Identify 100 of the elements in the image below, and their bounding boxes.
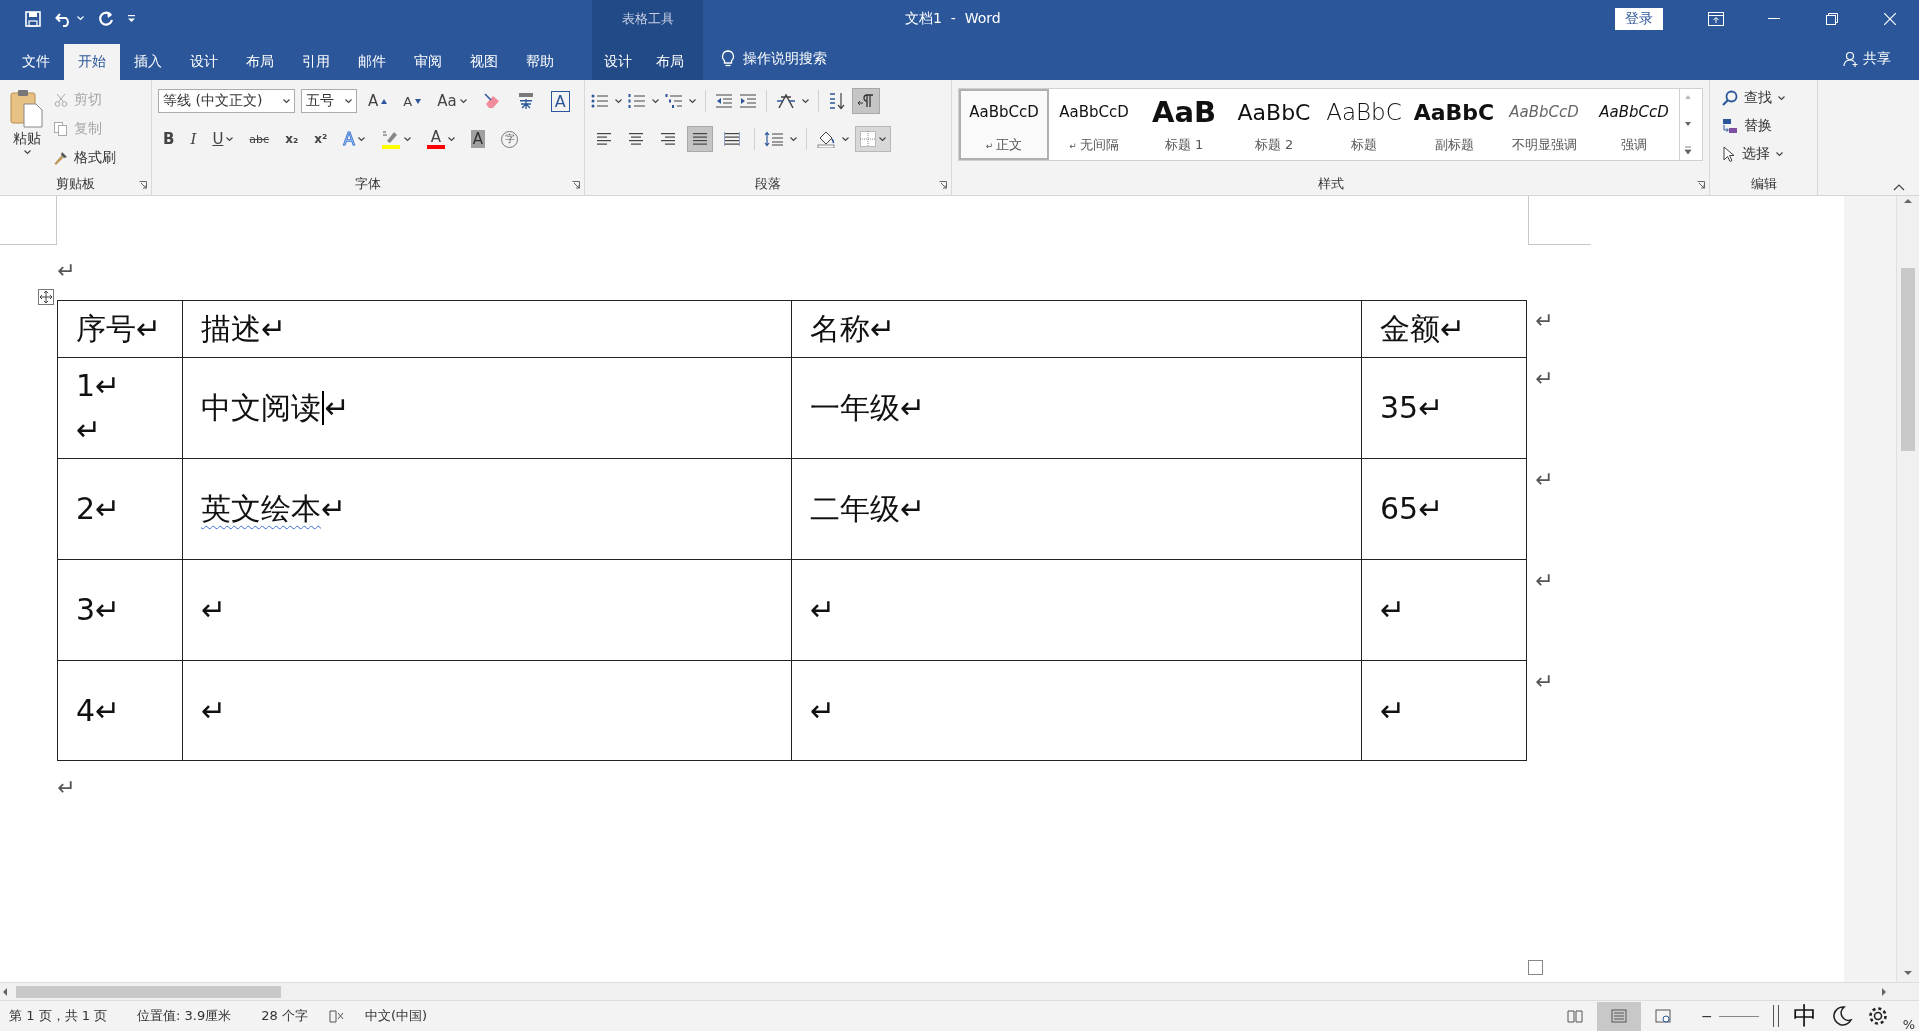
caret-icon — [403, 136, 411, 142]
align-left-button[interactable] — [596, 131, 612, 147]
dialog-launcher-icon[interactable] — [939, 181, 947, 189]
phonetic-guide-icon[interactable] — [516, 92, 535, 110]
ribbon-tab[interactable]: 审阅 — [400, 44, 456, 80]
dialog-launcher-icon[interactable] — [572, 181, 580, 189]
collapse-ribbon-icon[interactable] — [1893, 183, 1905, 191]
read-mode-icon[interactable] — [1566, 1009, 1583, 1023]
style-gallery-item[interactable]: AaBbCcD ↵ 无间隔 — [1049, 89, 1139, 160]
minimize-icon[interactable] — [1768, 17, 1780, 20]
font-size-field[interactable]: 五号 — [301, 89, 357, 113]
ribbon-tab[interactable]: 引用 — [288, 44, 344, 80]
paint-bucket-icon[interactable] — [816, 130, 836, 148]
ribbon-tab[interactable]: 设计 — [592, 44, 644, 80]
share-button[interactable]: 共享 — [1843, 49, 1891, 68]
style-gallery-item[interactable]: AaBbCcD 强调 — [1589, 89, 1679, 160]
grow-font-button[interactable]: A — [363, 88, 393, 114]
bold-button[interactable]: B — [158, 126, 180, 152]
align-right-button[interactable] — [660, 131, 676, 147]
language-status[interactable]: 中文(中国) — [364, 1007, 428, 1025]
table-cell-text: ↵ — [201, 591, 227, 629]
lightbulb-icon — [721, 49, 735, 68]
table-cell-text: 中文阅读 — [201, 389, 321, 427]
ribbon-tab[interactable]: 设计 — [176, 44, 232, 80]
scroll-right-icon[interactable] — [1879, 986, 1889, 997]
style-gallery-item[interactable]: AaBbC 副标题 — [1409, 89, 1499, 160]
table-move-handle-icon[interactable] — [38, 289, 54, 305]
tell-me-search[interactable]: 操作说明搜索 — [743, 49, 827, 68]
format-painter-button[interactable]: 格式刷 — [54, 146, 116, 170]
group-label: 剪贴板 — [56, 175, 95, 193]
justify-button[interactable] — [692, 131, 708, 147]
table-cell-text: 二年级↵ — [810, 490, 926, 528]
ribbon-tab[interactable]: 插入 — [120, 44, 176, 80]
center-button[interactable] — [628, 131, 644, 147]
enclose-characters-button[interactable]: 字 — [496, 126, 524, 152]
sort-icon[interactable] — [828, 92, 846, 110]
character-shading-button[interactable]: A — [465, 126, 491, 152]
multilevel-list-icon[interactable] — [665, 93, 683, 109]
dialog-launcher-icon[interactable] — [139, 181, 147, 189]
ribbon-tab[interactable]: 帮助 — [512, 44, 568, 80]
superscript-button[interactable]: x² — [309, 126, 333, 152]
restore-icon[interactable] — [1826, 12, 1838, 25]
search-icon — [1722, 90, 1738, 106]
increase-indent-icon[interactable] — [739, 93, 757, 109]
change-case-button[interactable]: Aa — [432, 88, 472, 114]
login-button[interactable]: 登录 — [1615, 7, 1663, 30]
chinese-layout-icon[interactable] — [776, 93, 796, 109]
ribbon-tab[interactable]: 邮件 — [344, 44, 400, 80]
numbering-icon[interactable] — [628, 93, 646, 109]
scroll-down-icon[interactable] — [1903, 968, 1913, 978]
italic-button[interactable]: I — [185, 126, 202, 152]
caret-icon — [802, 98, 809, 104]
font-color-button[interactable]: A — [421, 126, 460, 152]
style-gallery-item[interactable]: AaBbC 标题 — [1319, 89, 1409, 160]
scrollbar-thumb[interactable] — [16, 985, 281, 998]
save-icon[interactable] — [25, 10, 41, 27]
customize-icon[interactable] — [128, 14, 136, 23]
replace-button[interactable]: 替换 — [1722, 114, 1811, 138]
down-triangle-icon — [415, 98, 422, 104]
ribbon-tab[interactable]: 布局 — [232, 44, 288, 80]
redo-icon[interactable] — [98, 10, 114, 27]
web-layout-icon[interactable] — [1654, 1009, 1671, 1023]
highlighter-icon[interactable] — [380, 129, 401, 149]
settings-icon[interactable] — [1866, 1005, 1889, 1027]
decrease-indent-icon[interactable] — [715, 93, 733, 109]
proofing-icon[interactable] — [328, 1009, 345, 1023]
close-icon[interactable] — [1884, 12, 1896, 25]
table-cell-text: 1↵ ↵ — [76, 367, 121, 449]
character-border-button[interactable]: A — [550, 90, 570, 112]
underline-button[interactable]: U — [207, 126, 239, 152]
scrollbar-thumb[interactable] — [1901, 268, 1915, 451]
show-marks-icon[interactable] — [857, 93, 875, 109]
zoom-out-button[interactable]: − — [1700, 1008, 1713, 1024]
ribbon-tab[interactable]: 文件 — [8, 44, 64, 80]
subscript-button[interactable]: x₂ — [280, 126, 304, 152]
paste-button[interactable]: 粘贴 — [6, 86, 48, 170]
row-end-mark: ↵ — [1535, 568, 1554, 593]
table-resize-handle[interactable] — [1528, 960, 1543, 975]
more-icon[interactable] — [1681, 145, 1694, 157]
ime-mode[interactable]: 中 — [1792, 1000, 1817, 1031]
select-button[interactable]: 选择 — [1722, 142, 1811, 166]
style-gallery-item[interactable]: AaBbCcD 不明显强调 — [1499, 89, 1589, 160]
style-gallery-item[interactable]: AaBbC 标题 2 — [1229, 89, 1319, 160]
ribbon-tab[interactable]: 开始 — [64, 44, 120, 80]
distributed-button[interactable] — [724, 131, 740, 147]
ribbon-display-icon[interactable] — [1708, 11, 1724, 26]
find-button[interactable]: 查找 — [1722, 86, 1811, 110]
style-gallery-item[interactable]: AaB 标题 1 — [1139, 89, 1229, 160]
shrink-font-button[interactable]: A — [398, 88, 427, 114]
style-gallery-item[interactable]: AaBbCcD ↵ 正文 — [959, 89, 1049, 160]
eraser-icon[interactable] — [482, 92, 501, 110]
moon-icon[interactable] — [1830, 1005, 1853, 1027]
strikethrough-button[interactable]: abc — [244, 126, 275, 152]
ribbon-tab[interactable]: 视图 — [456, 44, 512, 80]
ribbon-tab[interactable]: 布局 — [644, 44, 696, 80]
caret-icon — [790, 136, 797, 142]
line-spacing-icon[interactable] — [764, 131, 784, 147]
font-name-field[interactable]: 等线 (中文正文) — [158, 89, 295, 113]
bullets-icon[interactable] — [591, 93, 609, 109]
dialog-launcher-icon[interactable] — [1697, 181, 1705, 189]
